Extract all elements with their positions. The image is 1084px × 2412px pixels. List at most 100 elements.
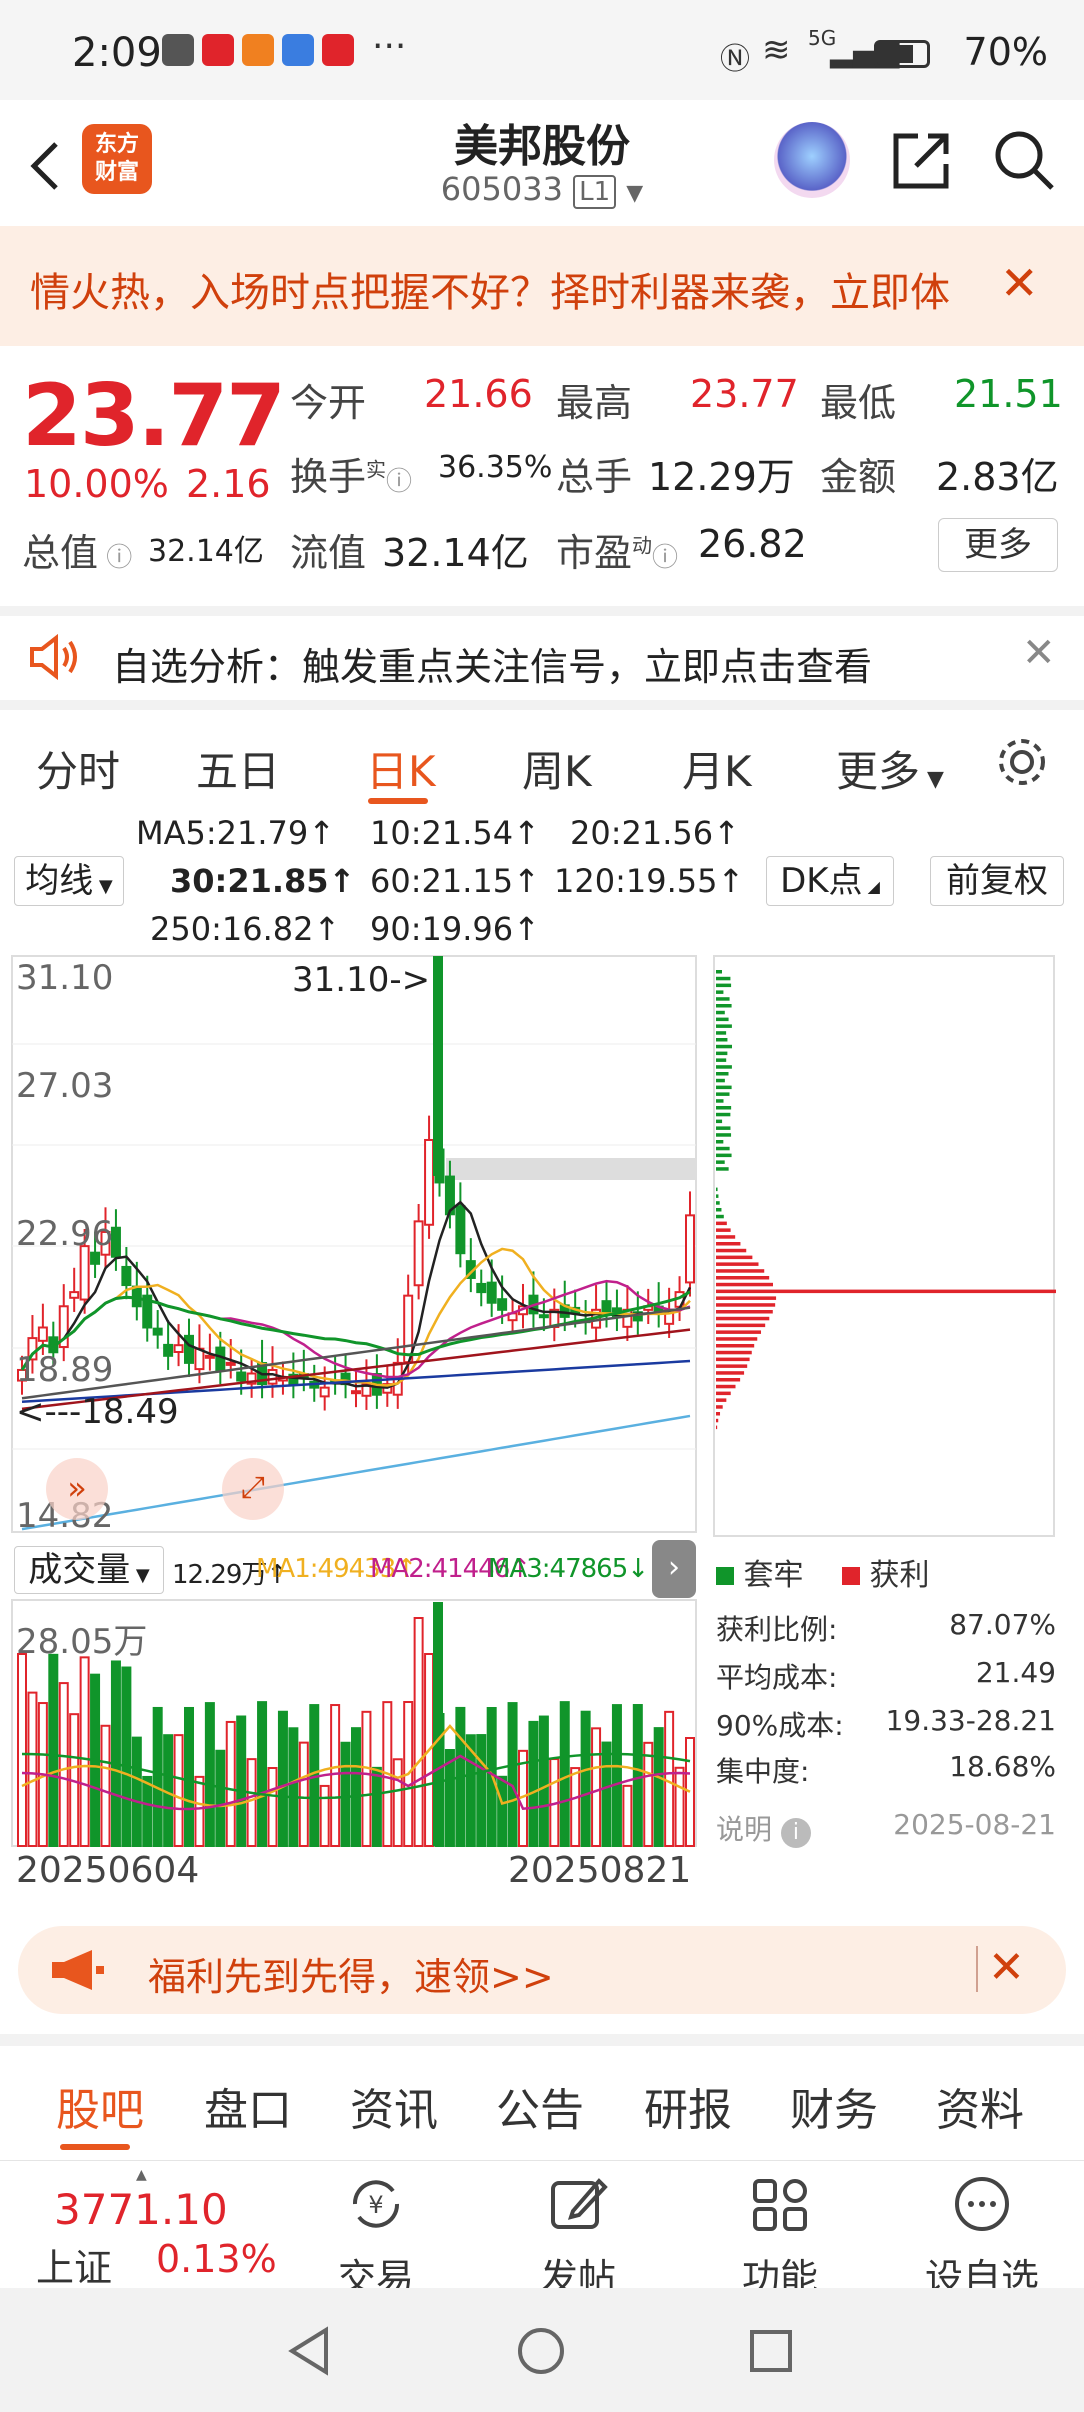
trade-button[interactable]: ¥ 交易 [316, 2173, 436, 2302]
amount-label: 金额 [820, 455, 897, 499]
megaphone-icon [52, 1950, 104, 1990]
candle-body [184, 1334, 194, 1364]
volume-bar [131, 1736, 142, 1847]
turnover-value: 36.35% [438, 450, 553, 485]
tab-news[interactable]: 资讯 [350, 2074, 438, 2138]
chip-bar [716, 1214, 724, 1219]
chip-bar [716, 1194, 719, 1198]
tab-financials[interactable]: 财务 [790, 2074, 878, 2138]
tab-research[interactable]: 研报 [644, 2074, 732, 2138]
volume-bar [433, 1602, 443, 1846]
search-icon[interactable] [992, 128, 1056, 192]
chip-bar [716, 1337, 758, 1341]
candle-body [90, 1251, 101, 1265]
dropdown-icon: ▼ [626, 181, 644, 206]
tab-daily-k[interactable]: 日K [366, 738, 436, 799]
volume-label: 总手 [556, 455, 633, 499]
tab-announcements[interactable]: 公告 [496, 2074, 584, 2138]
share-icon[interactable] [890, 130, 952, 192]
candle-body [497, 1298, 508, 1311]
adjust-button[interactable]: 前复权 [930, 856, 1064, 906]
volume-bar [257, 1701, 268, 1847]
tab-monthly-k[interactable]: 月K [682, 738, 752, 799]
functions-button[interactable]: 功能 [720, 2173, 840, 2302]
chip-bar [716, 1412, 721, 1416]
tab-more[interactable]: 更多 ▼ [836, 738, 944, 799]
fullscreen-icon[interactable]: ⤢ [222, 1458, 284, 1520]
welfare-banner[interactable]: 福利先到先得，速领>> ✕ [18, 1926, 1066, 2014]
chip-distribution-group [716, 970, 1056, 1430]
chip-bar [716, 1133, 732, 1137]
chip-bar [716, 1010, 725, 1015]
bottom-toolbar: ▲ 3771.10 上证 0.13% ¥ 交易 发帖 功能 设自选 [0, 2160, 1084, 2300]
chip-bar [716, 1153, 732, 1158]
fast-forward-icon[interactable]: » [46, 1458, 108, 1520]
chip-note-row[interactable]: 说明 i 2025-08-21 [716, 1808, 1056, 1848]
close-icon[interactable]: ✕ [1000, 256, 1039, 310]
close-icon[interactable]: ✕ [988, 1942, 1025, 1993]
open-value: 21.66 [424, 372, 533, 416]
tab-weekly-k[interactable]: 周K [522, 738, 592, 799]
volume-bar [330, 1704, 341, 1848]
volume-bar [622, 1784, 633, 1847]
tab-forum[interactable]: 股吧 [56, 2074, 144, 2138]
turnover-label: 换手实ⓘ [290, 455, 413, 499]
ai-assistant-icon[interactable] [774, 122, 850, 198]
change-percent: 10.00% [24, 462, 169, 506]
volume-bar [319, 1784, 330, 1848]
settings-gear-icon[interactable] [994, 734, 1050, 790]
post-button[interactable]: 发帖 [518, 2173, 638, 2302]
close-icon[interactable]: ✕ [1022, 630, 1056, 676]
volume-bar [204, 1702, 215, 1848]
analysis-alert[interactable]: 自选分析：触发重点关注信号，立即点击查看 ✕ [0, 606, 1084, 692]
index-ticker[interactable]: ▲ 3771.10 上证 0.13% [14, 2167, 294, 2290]
volume-bar [643, 1741, 654, 1847]
volume-bar [653, 1727, 664, 1848]
chip-bar [716, 1044, 732, 1049]
date-end: 20250821 [508, 1850, 692, 1891]
tab-five-day[interactable]: 五日 [196, 738, 280, 799]
chip-bar [716, 1405, 723, 1409]
volume-bar [277, 1710, 288, 1847]
speaker-icon [30, 634, 77, 680]
promo-banner[interactable]: 情火热，入场时点把握不好？择时利器来袭，立即体 ✕ [0, 226, 1084, 346]
top-nav: 东方 财富 美邦股份 605033 L1 ▼ [0, 100, 1084, 226]
add-watchlist-button[interactable]: 设自选 [922, 2173, 1042, 2302]
volume-bar [351, 1727, 361, 1848]
chip-bar [716, 1378, 741, 1382]
float-label: 流值 [290, 531, 367, 575]
chip-row-profit-ratio: 获利比例: 87.07% [716, 1608, 1056, 1646]
volume-bar [497, 1775, 508, 1847]
candle-body [236, 1371, 247, 1382]
nav-recents-icon[interactable] [748, 2328, 794, 2374]
chip-bar [716, 1072, 729, 1076]
volume-bar [48, 1653, 59, 1847]
ma-selector[interactable]: 均线 ▼ [14, 856, 124, 906]
svg-text:¥: ¥ [368, 2191, 383, 2219]
nav-home-icon[interactable] [516, 2326, 566, 2376]
volume-bar [392, 1758, 403, 1848]
chip-bar [716, 1221, 727, 1226]
chip-bar [716, 1418, 719, 1423]
tab-intraday[interactable]: 分时 [36, 738, 120, 799]
chip-bar [716, 1350, 752, 1355]
tab-orderbook[interactable]: 盘口 [204, 2074, 292, 2138]
expand-panel-icon[interactable]: › [652, 1540, 696, 1598]
chip-bar [716, 1085, 732, 1090]
volume-selector[interactable]: 成交量 ▼ [14, 1546, 164, 1594]
nav-back-icon[interactable] [286, 2326, 334, 2376]
float-value: 32.14亿 [382, 531, 529, 575]
chip-bar [716, 1276, 770, 1280]
chip-bar [716, 1303, 776, 1307]
tab-profile[interactable]: 资料 [936, 2074, 1024, 2138]
dk-point-button[interactable]: DK点 ◢ [766, 856, 894, 906]
more-quote-button[interactable]: 更多 [938, 518, 1058, 572]
volume-bar [267, 1767, 278, 1848]
chip-bar [716, 990, 724, 994]
chip-bar [716, 1235, 736, 1239]
volume-bar [246, 1758, 257, 1848]
candle-body [173, 1344, 184, 1353]
chip-bar [716, 1391, 731, 1396]
more-notifications-icon: ··· [372, 26, 407, 67]
volume-bar [110, 1660, 121, 1848]
